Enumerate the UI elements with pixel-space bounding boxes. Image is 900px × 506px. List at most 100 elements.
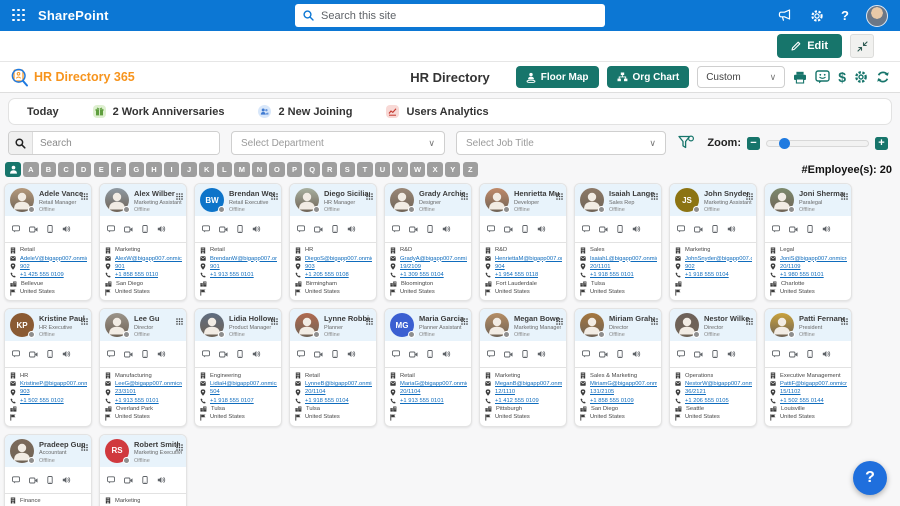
employee-card[interactable]: Pradeep Gupta Accountant Offline Finance… (4, 434, 92, 506)
employee-card[interactable]: Nestor Wilke Director Offline Operations… (669, 308, 757, 426)
email-link[interactable]: GradyA@bigapp007.onmicros... (400, 256, 467, 262)
card-more-grid-icon[interactable] (461, 312, 468, 330)
video-call-icon[interactable] (124, 345, 133, 363)
mobile-icon[interactable] (807, 345, 813, 363)
alphabet-button-Z[interactable]: Z (463, 162, 478, 177)
office-link[interactable]: 12/1110 (495, 389, 515, 395)
card-more-grid-icon[interactable] (841, 187, 848, 205)
employee-card[interactable]: Megan Bowen Marketing Manager Offline Ma… (479, 308, 567, 426)
email-link[interactable]: NestorW@bigapp007.onmicr... (685, 381, 752, 387)
chat-icon[interactable] (487, 345, 495, 363)
employee-card[interactable]: Lee Gu Director Offline Manufacturing Le… (99, 308, 187, 426)
show-all-employees-button[interactable] (5, 162, 21, 177)
alphabet-button-U[interactable]: U (375, 162, 390, 177)
card-more-grid-icon[interactable] (176, 438, 183, 456)
office-link[interactable]: 903 (305, 264, 315, 270)
department-dropdown[interactable]: Select Department ∨ (231, 131, 445, 155)
chat-icon[interactable] (107, 345, 115, 363)
alphabet-button-W[interactable]: W (410, 162, 425, 177)
employee-card[interactable]: Isaiah Langer Sales Rep Offline Sales Is… (574, 183, 662, 301)
video-call-icon[interactable] (599, 345, 608, 363)
app-settings-gear-icon[interactable] (854, 70, 868, 84)
card-more-grid-icon[interactable] (366, 312, 373, 330)
office-link[interactable]: 904 (495, 264, 505, 270)
chat-icon[interactable] (677, 345, 685, 363)
speaker-icon[interactable] (442, 220, 451, 238)
alphabet-button-G[interactable]: G (129, 162, 144, 177)
floor-map-button[interactable]: Floor Map (516, 66, 599, 88)
card-more-grid-icon[interactable] (81, 438, 88, 456)
video-call-icon[interactable] (504, 345, 513, 363)
phone-link[interactable]: +1 913 555 0101 (210, 272, 254, 278)
speaker-icon[interactable] (632, 345, 641, 363)
phone-link[interactable]: +1 954 555 0118 (495, 272, 538, 278)
phone-link[interactable]: +1 412 555 0109 (495, 398, 539, 404)
alphabet-button-A[interactable]: A (23, 162, 38, 177)
phone-link[interactable]: +1 913 555 0101 (115, 398, 159, 404)
chat-icon[interactable] (12, 220, 20, 238)
mobile-icon[interactable] (807, 220, 813, 238)
speaker-icon[interactable] (727, 345, 736, 363)
video-call-icon[interactable] (124, 220, 133, 238)
email-link[interactable]: JoniS@bigapp007.onmicrosof... (780, 256, 847, 262)
alphabet-button-B[interactable]: B (41, 162, 56, 177)
video-call-icon[interactable] (29, 220, 38, 238)
phone-link[interactable]: +1 918 555 0104 (305, 398, 349, 404)
chat-icon[interactable] (202, 220, 210, 238)
video-call-icon[interactable] (314, 220, 323, 238)
phone-link[interactable]: +1 502 555 0144 (780, 398, 824, 404)
mobile-icon[interactable] (427, 220, 433, 238)
print-icon[interactable] (793, 71, 807, 84)
office-link[interactable]: 903 (20, 389, 30, 395)
chat-icon[interactable] (297, 220, 305, 238)
filter-funnel-icon[interactable] (678, 135, 695, 151)
app-launcher-icon[interactable] (12, 9, 26, 23)
phone-link[interactable]: +1 913 555 0101 (400, 398, 444, 404)
video-call-icon[interactable] (314, 345, 323, 363)
employee-card[interactable]: KP Kristine Paul HR Executive Offline HR (4, 308, 92, 426)
card-more-grid-icon[interactable] (461, 187, 468, 205)
chat-icon[interactable] (487, 220, 495, 238)
employee-card[interactable]: JS John Snyder Marketing Assistant Offli… (669, 183, 757, 301)
email-link[interactable]: MiriamG@bigapp007.onmicr... (590, 381, 657, 387)
phone-link[interactable]: +1 918 555 0101 (590, 272, 634, 278)
edit-button[interactable]: Edit (777, 34, 842, 58)
phone-link[interactable]: +1 206 555 0105 (685, 398, 729, 404)
employee-card[interactable]: Miriam Graham Director Offline Sales & M… (574, 308, 662, 426)
refresh-icon[interactable] (876, 70, 890, 84)
card-more-grid-icon[interactable] (651, 187, 658, 205)
card-more-grid-icon[interactable] (746, 312, 753, 330)
mobile-icon[interactable] (142, 220, 148, 238)
settings-gear-icon[interactable] (810, 9, 824, 23)
mobile-icon[interactable] (237, 345, 243, 363)
card-more-grid-icon[interactable] (556, 187, 563, 205)
alphabet-button-H[interactable]: H (146, 162, 161, 177)
chat-icon[interactable] (392, 345, 400, 363)
mobile-icon[interactable] (522, 345, 528, 363)
alphabet-button-K[interactable]: K (199, 162, 214, 177)
office-link[interactable]: 23/3101 (115, 389, 136, 395)
alphabet-button-N[interactable]: N (252, 162, 267, 177)
megaphone-icon[interactable] (778, 9, 793, 22)
email-link[interactable]: LidiaH@bigapp007.onmicros... (210, 381, 277, 387)
speaker-icon[interactable] (157, 471, 166, 489)
card-more-grid-icon[interactable] (651, 312, 658, 330)
office-link[interactable]: 20/1104 (305, 389, 326, 395)
employee-card[interactable]: Diego Siciliani HR Manager Offline HR Di… (289, 183, 377, 301)
alphabet-button-J[interactable]: J (181, 162, 196, 177)
employee-card[interactable]: Henrietta Mu... Developer Offline R&D He… (479, 183, 567, 301)
employee-card[interactable]: Lynne Robbins Planner Offline Retail Lyn… (289, 308, 377, 426)
exit-fullscreen-button[interactable] (850, 34, 874, 58)
phone-link[interactable]: +1 425 555 0109 (20, 272, 64, 278)
email-link[interactable]: JohnSnyder@bigapp007.onm... (685, 256, 752, 262)
email-link[interactable]: HenriettaM@bigapp007.onmi... (495, 256, 562, 262)
mobile-icon[interactable] (142, 345, 148, 363)
mobile-icon[interactable] (332, 345, 338, 363)
help-icon[interactable]: ? (841, 8, 849, 23)
speaker-icon[interactable] (62, 220, 71, 238)
alphabet-button-C[interactable]: C (58, 162, 73, 177)
mobile-icon[interactable] (47, 345, 53, 363)
help-fab-button[interactable]: ? (853, 461, 887, 495)
alphabet-button-V[interactable]: V (392, 162, 407, 177)
user-avatar[interactable] (866, 5, 888, 27)
